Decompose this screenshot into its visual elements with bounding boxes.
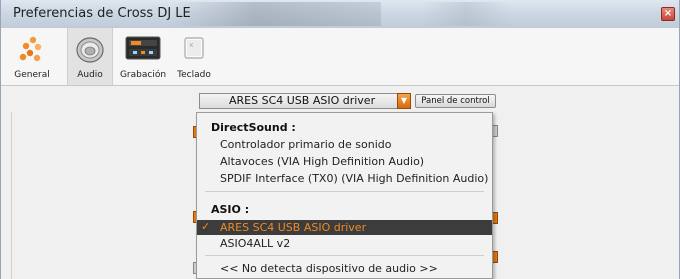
tab-recording[interactable]: Grabación [117, 28, 169, 85]
dropdown-option[interactable]: Controlador primario de sonido [220, 138, 392, 151]
audio-driver-value: ARES SC4 USB ASIO driver [229, 94, 376, 107]
title-bar[interactable]: Preferencias de Cross DJ LE × [1, 0, 679, 28]
panel-divider [11, 112, 12, 279]
titlebar-background [421, 2, 511, 26]
preferences-toolbar: General Audio Grabación K Teclado [1, 28, 679, 86]
control-panel-button[interactable]: Panel de control [415, 94, 496, 108]
dropdown-option[interactable]: SPDIF Interface (TX0) (VIA High Definiti… [220, 172, 488, 185]
group-header-asio: ASIO : [211, 203, 250, 216]
group-header-directsound: DirectSound : [211, 121, 296, 134]
recording-icon [125, 36, 161, 64]
dropdown-option[interactable]: ASIO4ALL v2 [220, 237, 290, 250]
tab-general-label: General [14, 70, 50, 80]
dropdown-option-no-device[interactable]: << No detecta dispositivo de audio >> [220, 262, 438, 275]
dropdown-separator [205, 255, 484, 256]
chevron-down-icon[interactable]: ▼ [397, 93, 411, 109]
keyboard-icon: K [183, 36, 205, 64]
audio-driver-select[interactable]: ARES SC4 USB ASIO driver ▼ [199, 93, 411, 109]
tab-general[interactable]: General [9, 28, 55, 85]
audio-driver-dropdown: DirectSound : Controlador primario de so… [196, 112, 493, 279]
speaker-icon [75, 36, 105, 68]
tab-recording-label: Grabación [119, 70, 167, 80]
close-button[interactable]: × [661, 7, 675, 21]
tab-audio-label: Audio [77, 70, 103, 80]
dropdown-option-selected[interactable]: ✓ ARES SC4 USB ASIO driver [197, 220, 492, 235]
tab-audio[interactable]: Audio [67, 28, 113, 85]
tab-keyboard-label: Teclado [177, 70, 211, 80]
dropdown-option-label: ARES SC4 USB ASIO driver [220, 221, 367, 234]
dropdown-separator [205, 191, 484, 192]
preferences-window: Preferencias de Cross DJ LE × General Au… [0, 0, 680, 279]
titlebar-background [171, 2, 381, 26]
tab-keyboard[interactable]: K Teclado [173, 28, 215, 85]
general-icon [19, 36, 45, 66]
check-icon: ✓ [201, 220, 211, 233]
window-title: Preferencias de Cross DJ LE [13, 6, 191, 21]
dropdown-option[interactable]: Altavoces (VIA High Definition Audio) [220, 155, 424, 168]
